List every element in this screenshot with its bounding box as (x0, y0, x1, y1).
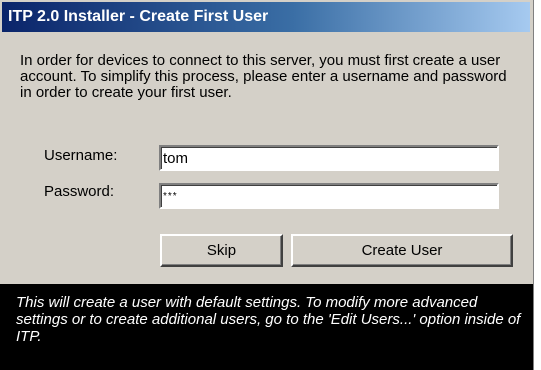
username-label: Username: (44, 147, 118, 164)
username-field[interactable] (159, 145, 499, 171)
password-field[interactable] (159, 183, 499, 209)
skip-button[interactable]: Skip (160, 234, 283, 267)
create-user-dialog: ITP 2.0 Installer - Create First User In… (0, 0, 534, 370)
create-user-button[interactable]: Create User (291, 234, 513, 267)
intro-text: In order for devices to connect to this … (20, 52, 507, 101)
info-footer: This will create a user with default set… (0, 284, 533, 370)
footer-note: This will create a user with default set… (16, 294, 521, 345)
window-title: ITP 2.0 Installer - Create First User (8, 8, 269, 25)
title-bar[interactable]: ITP 2.0 Installer - Create First User (2, 2, 530, 32)
password-label: Password: (44, 183, 115, 200)
